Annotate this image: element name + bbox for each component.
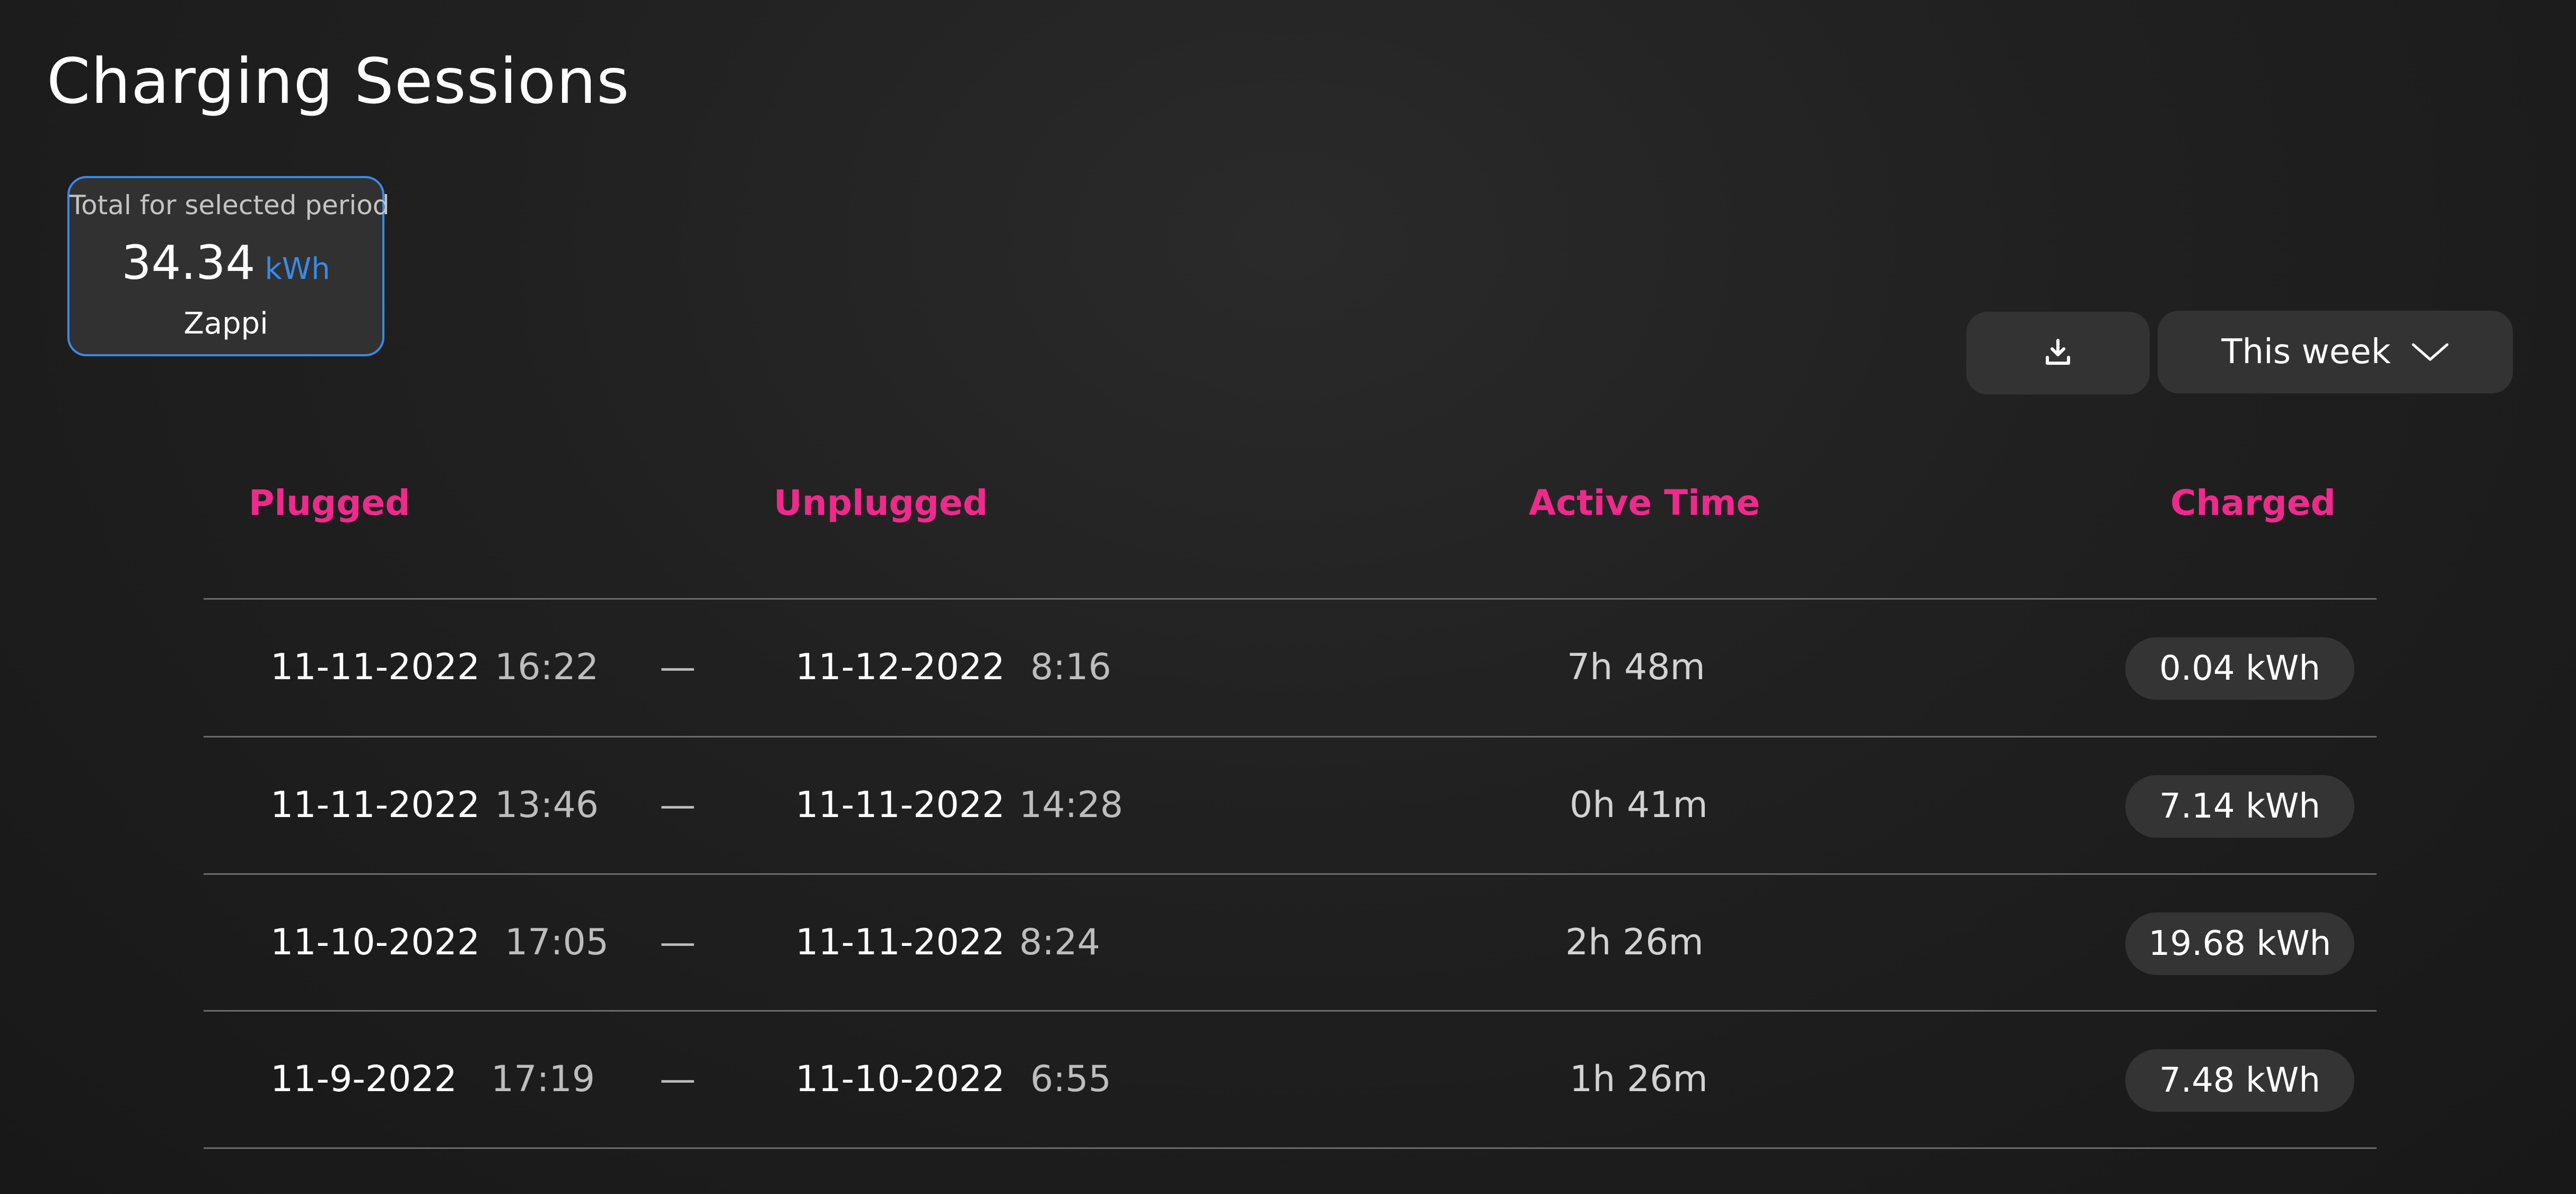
range-separator: — [660,784,696,826]
download-icon [2045,338,2071,368]
table-row[interactable]: 11-9-2022 17:19 — 11-10-2022 6:55 1h 26m… [0,1011,2576,1148]
unplugged-time: 14:28 [1019,784,1123,826]
period-label: This week [2221,332,2391,372]
total-caption: Total for selected period [69,190,390,221]
unplugged-time: 8:16 [1030,646,1111,688]
range-separator: — [660,921,696,963]
unplugged-time: 8:24 [1019,921,1100,963]
range-separator: — [660,646,696,688]
charging-sessions-page: Charging Sessions Total for selected per… [0,0,2576,1194]
plugged-time: 13:46 [495,784,599,826]
charged-badge: 0.04 kWh [2125,637,2354,700]
active-time: 1h 26m [1570,1058,1708,1100]
header-charged[interactable]: Charged [2170,482,2336,523]
active-time: 0h 41m [1570,784,1708,826]
active-time: 2h 26m [1565,921,1704,963]
download-button[interactable] [1966,312,2150,394]
chevron-down-icon [2411,341,2449,363]
unplugged-date: 11-10-2022 [795,1058,1005,1100]
unplugged-date: 11-12-2022 [795,646,1005,688]
plugged-time: 17:05 [505,921,609,963]
header-plugged[interactable]: Plugged [249,482,410,523]
page-title: Charging Sessions [47,45,630,118]
plugged-time: 17:19 [491,1058,595,1100]
unplugged-time: 6:55 [1030,1058,1111,1100]
device-name: Zappi [183,306,268,341]
charged-badge: 7.14 kWh [2125,775,2354,838]
table-row[interactable]: 11-11-2022 16:22 — 11-12-2022 8:16 7h 48… [0,599,2576,736]
table-header: Plugged Unplugged Active Time Charged [0,482,2576,530]
charged-badge: 19.68 kWh [2125,912,2354,975]
header-active-time[interactable]: Active Time [1529,482,1760,523]
plugged-date: 11-11-2022 [270,784,480,826]
plugged-date: 11-10-2022 [270,921,480,963]
total-value: 34.34 [121,235,256,290]
total-energy-card[interactable]: Total for selected period 34.34 kWh Zappi [67,176,390,356]
plugged-time: 16:22 [495,646,599,688]
plugged-date: 11-9-2022 [270,1058,457,1100]
total-unit: kWh [265,252,330,286]
period-dropdown[interactable]: This week [2158,311,2513,393]
table-row[interactable]: 11-10-2022 17:05 — 11-11-2022 8:24 2h 26… [0,874,2576,1011]
table-divider [204,1147,2377,1149]
header-unplugged[interactable]: Unplugged [774,482,988,523]
unplugged-date: 11-11-2022 [795,921,1005,963]
unplugged-date: 11-11-2022 [795,784,1005,826]
plugged-date: 11-11-2022 [270,646,480,688]
active-time: 7h 48m [1567,646,1705,688]
table-row[interactable]: 11-11-2022 13:46 — 11-11-2022 14:28 0h 4… [0,737,2576,874]
total-value-row: 34.34 kWh [69,235,382,290]
charged-badge: 7.48 kWh [2125,1049,2354,1112]
range-separator: — [660,1058,696,1100]
